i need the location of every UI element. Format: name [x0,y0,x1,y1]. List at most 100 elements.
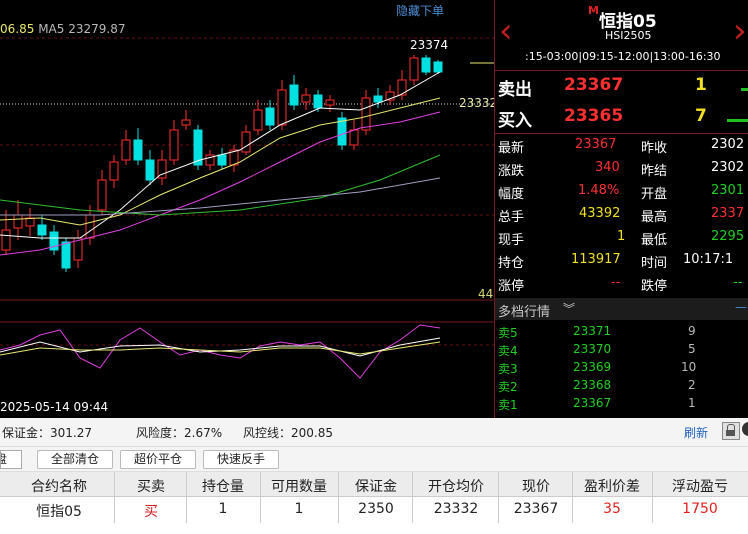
stat-last-vol: 1 [617,229,626,244]
stat-change: 340 [595,160,620,175]
candle-body [301,94,311,103]
collapse-icon[interactable]: — [735,300,747,314]
candle-body [289,84,299,106]
avg-price-tag: 23332 [459,96,494,110]
candle-body [409,57,419,81]
col-float-pnl[interactable]: 浮动盈亏 [654,476,746,496]
cell-side: 买 [144,504,158,520]
over-price-close-button[interactable]: 超价平仓 [120,450,196,469]
stat-high-label: 最高 [641,210,668,225]
chevron-down-icon[interactable]: ︾ [563,300,575,317]
ask-row[interactable]: 卖出 23367 1 [495,71,748,101]
cell-profit-diff: 35 [603,501,621,517]
depth-price[interactable]: 23369 [573,360,611,374]
refresh-link[interactable]: 刷新 [684,424,708,441]
depth-label: 卖5 [498,326,518,340]
positions-table-header: 合约名称 买卖 持仓量 可用数量 保证金 开仓均价 现价 盈利价差 浮动盈亏 [0,472,748,497]
account-risk: 风险度：2.67% [136,426,223,440]
candle-body [349,129,359,146]
divider [260,472,261,523]
trading-session-times: :15-03:00|09:15-12:00|13:00-16:30 [525,50,721,63]
stat-latest-label: 最新 [498,141,525,156]
candle-body [85,214,95,239]
candle-body [313,94,323,109]
ask-qty: 1 [695,75,707,95]
depth-volume: 10 [681,360,697,374]
depth-volume: 5 [688,342,696,356]
bid-row[interactable]: 买入 23365 7 [495,102,748,132]
prev-contract-arrow-icon[interactable]: ‹ [499,14,513,48]
stat-prev-close-label: 昨收 [641,141,668,156]
depth-volume: 1 [688,396,696,410]
kline-chart[interactable]: 06.85 MA5 23279.87 隐藏下单 23374 23332 44 2… [0,0,494,418]
col-position[interactable]: 持仓量 [188,476,258,496]
lock-icon[interactable] [722,422,740,440]
next-contract-arrow-icon[interactable]: › [733,14,747,48]
kline-svg [0,37,494,379]
col-available[interactable]: 可用数量 [262,476,336,496]
depth-price[interactable]: 23370 [573,342,611,356]
depth-header[interactable]: 多档行情 ︾ — [495,298,748,320]
candle-body [169,129,179,161]
cell-contract: 恒指05 [36,504,82,520]
col-margin[interactable]: 保证金 [340,476,412,496]
candle-body [373,95,383,103]
divider [338,472,339,523]
contract-code: HSI2505 [605,29,652,42]
divider [114,472,115,523]
account-bar: 保证金：301.27 风险度：2.67% 风控线：200.85 刷新 [0,418,748,447]
divider [572,472,573,523]
divider [186,472,187,523]
candle-body [13,214,23,229]
high-price-annotation: 23374 [410,38,449,52]
candle-body [25,217,35,227]
stat-latest: 23367 [575,137,617,152]
stat-prev-settle-label: 昨结 [641,164,668,179]
depth-price[interactable]: 23367 [573,396,611,410]
candle-body [217,154,227,166]
stat-time: 10:17:1 [683,252,734,267]
stat-open: 2301 [711,183,745,198]
kdj-k-line [0,337,441,357]
col-current[interactable]: 现价 [500,476,572,496]
stat-limit-down: -- [733,275,743,290]
stat-change-label: 涨跌 [498,164,525,179]
quote-header: ‹ › M 恒指05 HSI2505 :15-03:00|09:15-12:00… [495,0,748,70]
position-toolbar: 盘 全部清仓 超价平仓 快速反手 [0,447,748,472]
candle-body [421,57,431,73]
stat-limit-up-label: 涨停 [498,279,525,294]
info-icon[interactable] [742,422,748,436]
candle-body [1,229,11,251]
depth-price[interactable]: 23368 [573,378,611,392]
col-side[interactable]: 买卖 [118,476,184,496]
cell-margin: 2350 [358,501,394,517]
stat-last-vol-label: 现手 [498,233,525,248]
stat-oi-label: 持仓 [498,256,525,271]
col-avg-open[interactable]: 开仓均价 [414,476,498,496]
depth-label: 卖1 [498,398,518,412]
depth-price[interactable]: 23371 [573,324,611,338]
ask-label: 卖出 [498,80,532,100]
close-all-button[interactable]: 全部清仓 [37,450,113,469]
cell-current: 23367 [513,501,559,517]
stat-low: 2295 [711,229,745,244]
candle-body [265,107,275,126]
cell-available: 1 [294,501,304,517]
hide-order-link[interactable]: 隐藏下单 [396,2,444,19]
depth-label: 卖2 [498,380,518,394]
stat-oi: 113917 [571,252,621,267]
quote-panel: ‹ › M 恒指05 HSI2505 :15-03:00|09:15-12:00… [494,0,748,418]
table-row[interactable]: 恒指05 买 1 1 2350 23332 23367 35 1750 [0,497,748,523]
bid-label: 买入 [498,111,532,131]
quick-reverse-button[interactable]: 快速反手 [203,450,279,469]
tab-positions[interactable]: 盘 [0,450,22,469]
col-profit-diff[interactable]: 盈利价差 [574,476,650,496]
stat-volume: 43392 [579,206,621,221]
candle-body [61,241,71,269]
col-contract[interactable]: 合约名称 [8,476,110,496]
ask-price: 23367 [564,75,624,95]
stat-open-label: 开盘 [641,187,668,202]
candle-body [325,99,335,106]
cell-float-pnl: 1750 [682,501,718,517]
bid-price: 23365 [564,106,624,126]
